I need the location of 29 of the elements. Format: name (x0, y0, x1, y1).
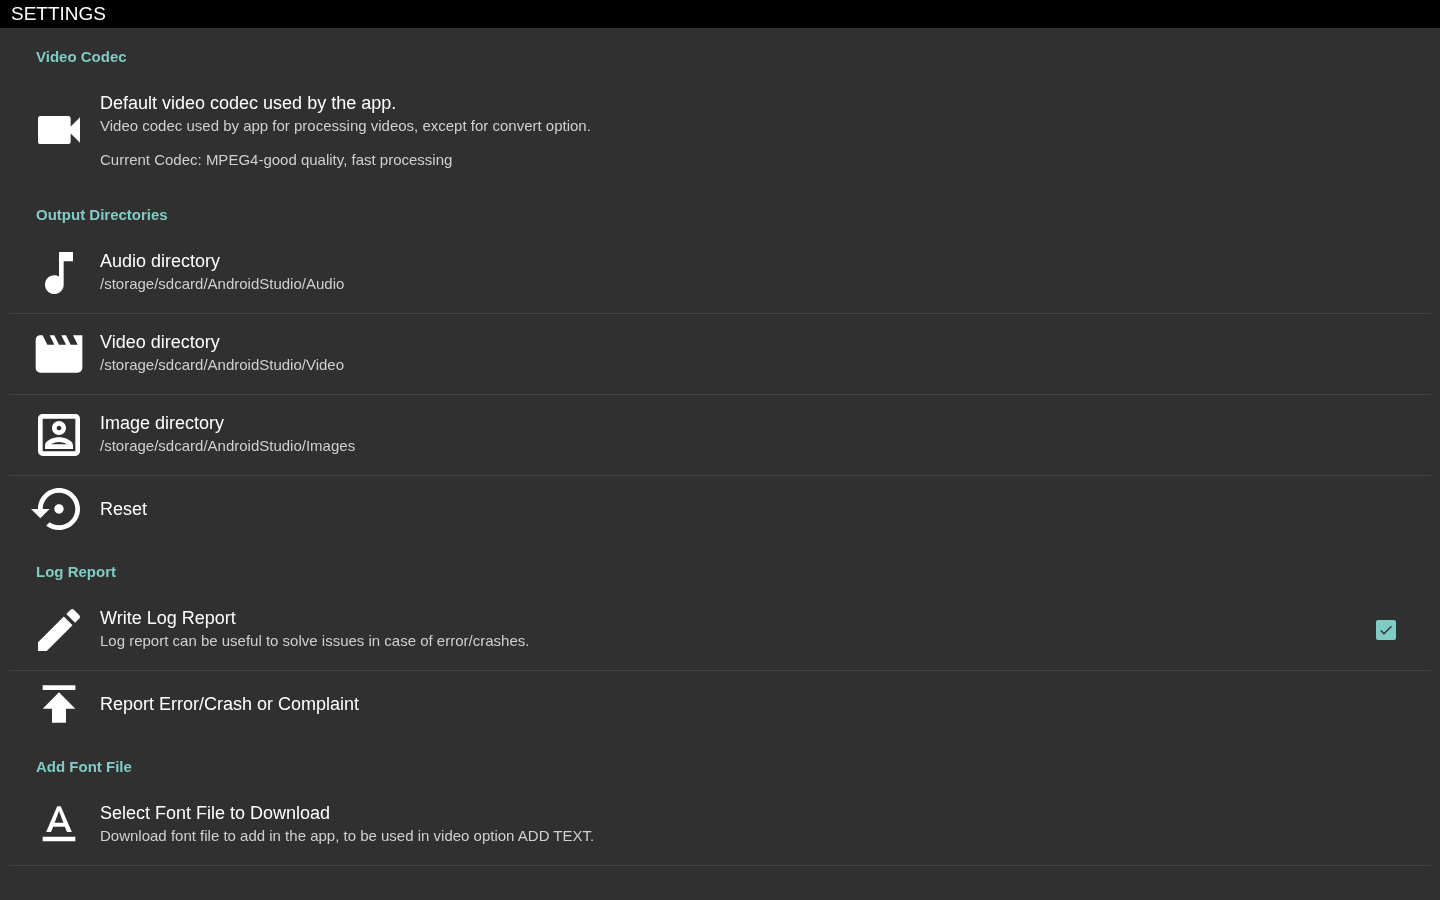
item-summary: /storage/sdcard/AndroidStudio/Images (100, 436, 357, 456)
item-summary: Download font file to add in the app, to be used in video option ADD TEXT. (100, 826, 596, 846)
item-title: Audio directory (100, 250, 222, 272)
item-title: Image directory (100, 412, 226, 434)
section-header: Log Report (36, 563, 116, 580)
item-title: Report Error/Crash or Complaint (100, 693, 361, 715)
settings-item[interactable]: Write Log Report Log report can be useful to solve issues in case of error/crashes. (9, 590, 1431, 671)
item-detail: Current Codec: MPEG4-good quality, fast processing (100, 151, 454, 168)
app-bar-title: SETTINGS (11, 3, 106, 25)
settings-item[interactable]: Report Error/Crash or Complaint (9, 671, 1431, 738)
item-title: Write Log Report (100, 607, 237, 629)
settings-item[interactable]: Video directory /storage/sdcard/AndroidStudio/Video (9, 314, 1431, 395)
item-summary: Video codec used by app for processing videos, except for convert option. (100, 116, 592, 136)
item-title: Reset (100, 498, 149, 520)
checkbox[interactable] (1376, 620, 1396, 640)
item-title: Video directory (100, 331, 221, 353)
item-summary: /storage/sdcard/AndroidStudio/Video (100, 355, 346, 375)
item-summary: /storage/sdcard/AndroidStudio/Audio (100, 274, 346, 294)
section-header: Output Directories (36, 206, 168, 223)
settings-item[interactable]: Select Font File to Download Download font file to add in the app, to be used in video option ADD TEXT. (9, 785, 1431, 866)
section-header: Add Font File (36, 758, 132, 775)
settings-item[interactable]: Reset (9, 476, 1431, 543)
item-title: Select Font File to Download (100, 802, 332, 824)
settings-item[interactable]: Default video codec used by the app. Video codec used by app for processing videos, except for convert option. Current Codec: MPEG4-good quality, fast processing (9, 75, 1431, 186)
item-title: Default video codec used by the app. (100, 92, 398, 114)
settings-item[interactable]: Image directory /storage/sdcard/AndroidStudio/Images (9, 395, 1431, 476)
settings-item[interactable]: Audio directory /storage/sdcard/AndroidStudio/Audio (9, 233, 1431, 314)
item-summary: Log report can be useful to solve issues in case of error/crashes. (100, 631, 531, 651)
section-header: Video Codec (36, 48, 127, 65)
